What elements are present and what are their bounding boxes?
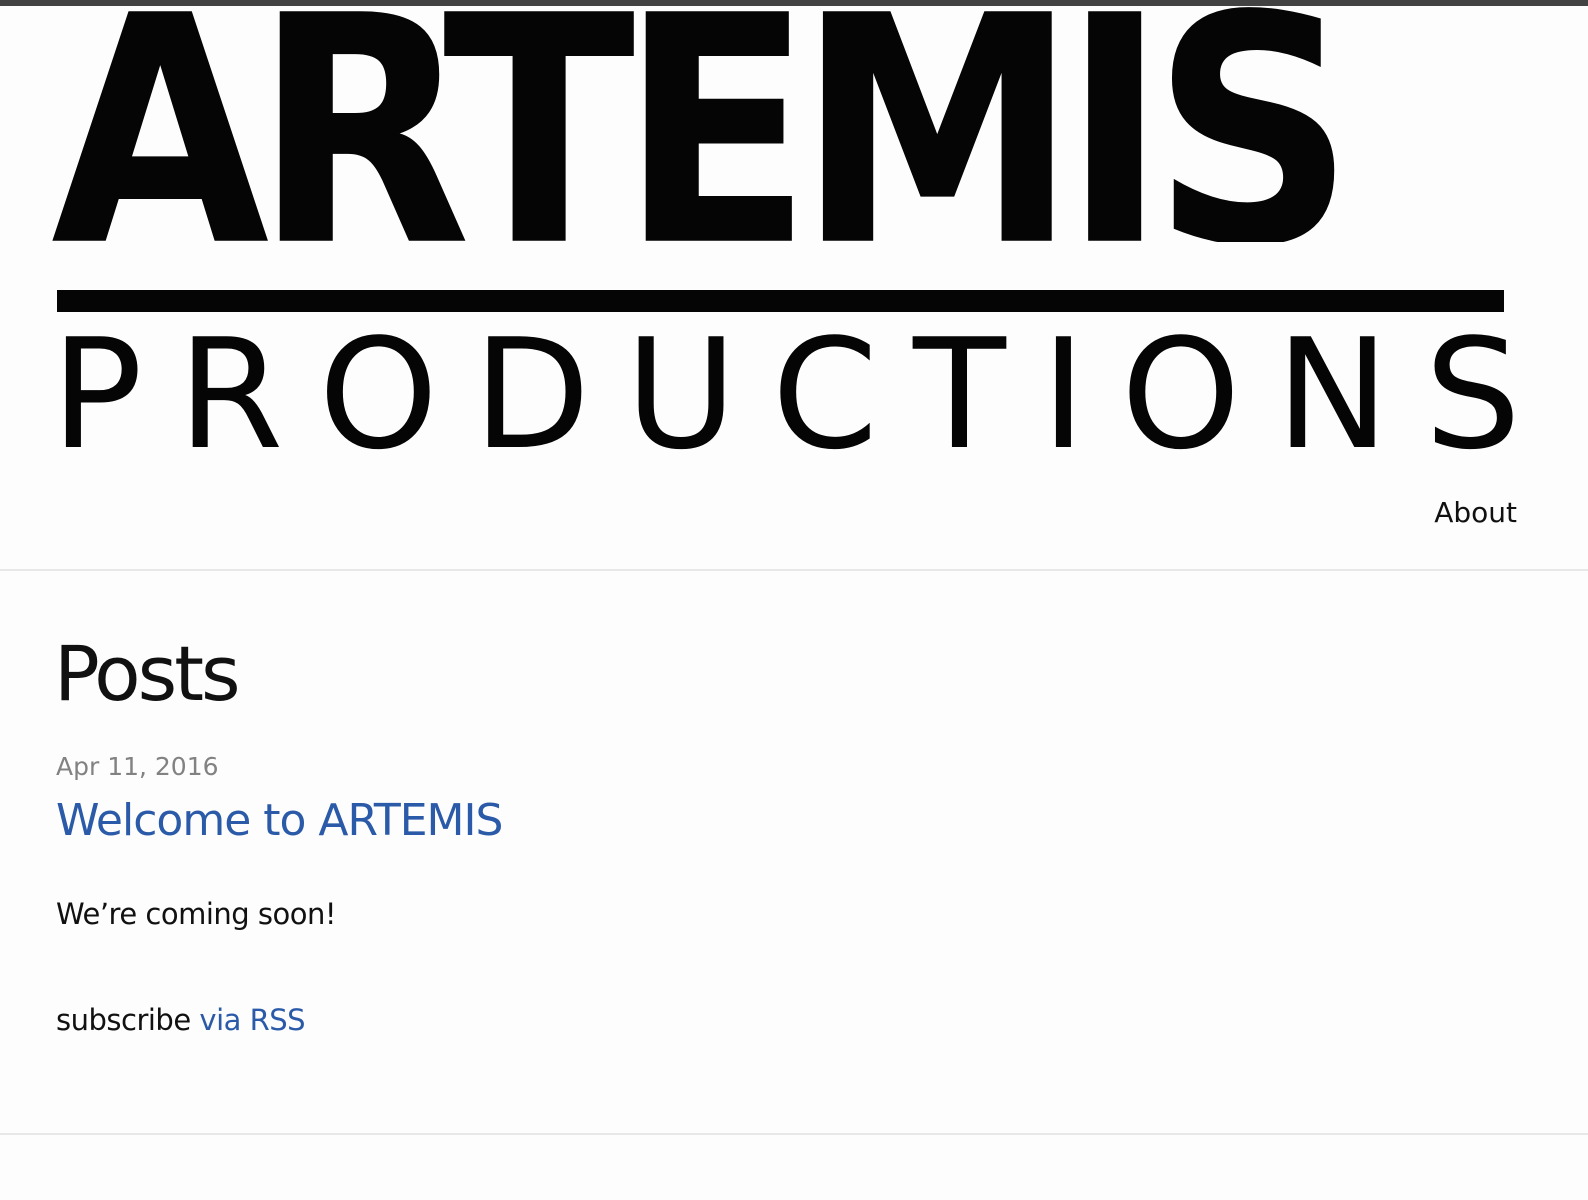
post-title-link[interactable]: Welcome to ARTEMIS [56,795,503,846]
logo-letter: P [51,306,143,483]
footer-divider [0,1133,1588,1135]
logo-letter: I [1041,306,1086,483]
subscribe-prefix: subscribe [56,1003,200,1037]
logo-letter: N [1275,306,1390,483]
logo-letter: O [318,306,439,483]
site-header: ARTEMIS P R O D U C T I O N S About [0,0,1588,571]
post-excerpt: We’re coming soon! [56,897,336,931]
page-title: Posts [54,629,241,718]
logo-wordmark-productions: P R O D U C T I O N S [51,306,1521,483]
post-date: Apr 11, 2016 [56,752,219,781]
logo-letter: C [771,306,878,483]
site-logo[interactable]: ARTEMIS P R O D U C T I O N S [51,0,1521,471]
logo-letter: R [177,306,284,483]
logo-letter: S [1424,306,1521,483]
logo-letter: O [1120,306,1241,483]
subscribe-line: subscribe via RSS [56,1003,306,1037]
nav-link-about[interactable]: About [1434,496,1517,529]
rss-link[interactable]: via RSS [199,1003,305,1037]
logo-letter: U [625,306,737,483]
logo-letter: D [473,306,591,483]
logo-wordmark-artemis: ARTEMIS [51,0,1355,242]
logo-letter: T [913,306,1006,483]
